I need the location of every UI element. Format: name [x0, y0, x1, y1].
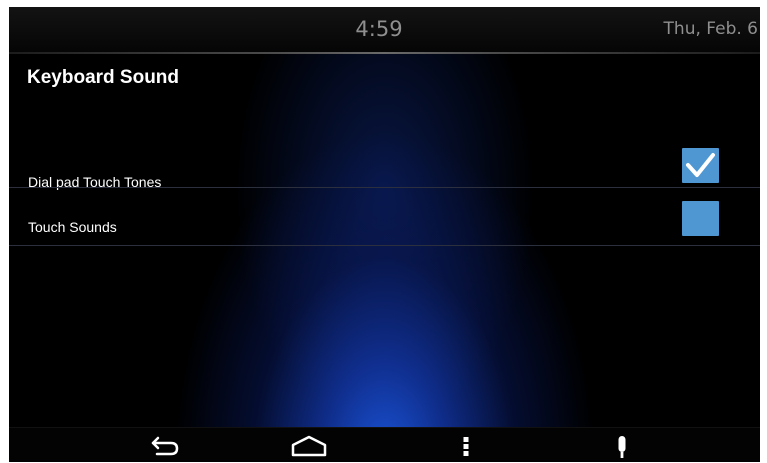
- checkmark-icon: [686, 153, 715, 177]
- microphone-icon: [618, 436, 626, 458]
- navigation-bar: [9, 427, 760, 462]
- back-button[interactable]: [138, 428, 198, 462]
- page-title: Keyboard Sound: [27, 67, 180, 88]
- status-bar-divider: [9, 52, 760, 54]
- setting-row-touch-sounds[interactable]: Touch Sounds: [9, 191, 760, 247]
- menu-icon: [463, 437, 469, 456]
- row-divider: [9, 187, 760, 188]
- home-icon: [291, 435, 327, 457]
- setting-label: Touch Sounds: [28, 219, 117, 235]
- touch-sounds-checkbox[interactable]: [682, 201, 719, 236]
- screen: 4:59 Thu, Feb. 6 Keyboard Sound Dial pad…: [9, 7, 760, 462]
- menu-button[interactable]: [436, 428, 496, 462]
- status-date: Thu, Feb. 6: [663, 19, 758, 39]
- row-divider: [9, 245, 760, 246]
- back-arrow-icon: [151, 436, 179, 456]
- status-bar: 4:59 Thu, Feb. 6: [9, 7, 760, 53]
- status-clock: 4:59: [355, 17, 403, 41]
- home-button[interactable]: [279, 428, 339, 462]
- dial-pad-touch-tones-checkbox[interactable]: [682, 148, 719, 183]
- voice-button[interactable]: [592, 428, 652, 462]
